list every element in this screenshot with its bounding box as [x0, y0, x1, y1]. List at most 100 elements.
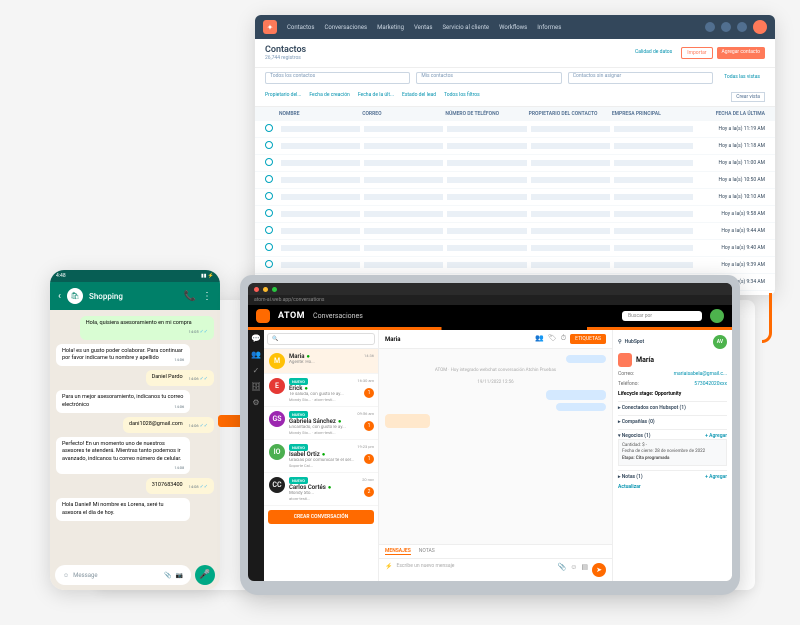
col-company[interactable]: EMPRESA PRINCIPAL	[612, 111, 695, 117]
help-icon[interactable]	[737, 22, 747, 32]
nav-workflows[interactable]: Workflows	[499, 24, 527, 31]
nav-informes[interactable]: Informes	[537, 24, 561, 31]
view-unassigned[interactable]: Contactos sin asignar	[568, 72, 713, 84]
tab-notes[interactable]: NOTAS	[419, 548, 435, 555]
col-email[interactable]: CORREO	[362, 111, 445, 117]
conv-search-input[interactable]: 🔍	[267, 333, 375, 345]
row-checkbox-icon[interactable]	[265, 209, 273, 217]
add-note-button[interactable]: + Agregar	[705, 474, 727, 480]
deal-card[interactable]: Cantidad: $ - Fecha de cierre: 28 de nov…	[618, 439, 727, 466]
filter-create-date[interactable]: Fecha de creación	[309, 92, 350, 102]
tags-button[interactable]: ETIQUETAS	[570, 334, 606, 344]
timer-icon[interactable]: ⏱	[561, 334, 566, 344]
maximize-window-icon[interactable]	[272, 287, 277, 292]
create-conversation-button[interactable]: CREAR CONVERSACIÓN	[268, 510, 374, 524]
view-my-contacts[interactable]: Mis contactos	[416, 72, 561, 84]
nav-servicio[interactable]: Servicio al cliente	[442, 24, 489, 31]
col-name[interactable]: NOMBRE	[279, 111, 362, 117]
import-button[interactable]: Importar	[681, 47, 712, 59]
sidebar-tasks-icon[interactable]: ✓	[251, 366, 261, 376]
address-bar[interactable]: atom-ai.web.app/conversations	[248, 295, 732, 305]
row-checkbox-icon[interactable]	[265, 124, 273, 132]
tab-messages[interactable]: MENSAJES	[385, 548, 411, 555]
row-checkbox-icon[interactable]	[265, 260, 273, 268]
table-row[interactable]: Hoy a la(s) 9:40 AM	[255, 240, 775, 257]
table-row[interactable]: Hoy a la(s) 9:39 AM	[255, 257, 775, 274]
sidebar-settings-icon[interactable]: ⚙	[251, 398, 261, 408]
row-checkbox-icon[interactable]	[265, 175, 273, 183]
nav-marketing[interactable]: Marketing	[377, 24, 404, 31]
message-input[interactable]: ☺ Message 📎 📷	[55, 565, 191, 585]
emoji-icon[interactable]: ☺	[63, 572, 69, 579]
table-row[interactable]: Hoy a la(s) 10:10 AM	[255, 189, 775, 206]
table-row[interactable]: Hoy a la(s) 11:18 AM	[255, 138, 775, 155]
col-date[interactable]: FECHA DE LA ÚLTIMA	[695, 111, 765, 117]
notifications-icon[interactable]	[721, 22, 731, 32]
global-search[interactable]: Buscar por	[622, 311, 702, 321]
bolt-icon[interactable]: ⚡	[385, 563, 392, 577]
add-deal-button[interactable]: + Agregar	[705, 433, 727, 439]
nav-ventas[interactable]: Ventas	[414, 24, 433, 31]
attach-icon[interactable]: 📎	[558, 563, 567, 577]
view-all-contacts[interactable]: Todos los contactos	[265, 72, 410, 84]
conversation-item[interactable]: ENUEVO Erick ●Te saluda, con gusto le ay…	[264, 374, 378, 407]
conversation-item[interactable]: MMaria ●Agente: Ho...14:36	[264, 349, 378, 374]
table-row[interactable]: Hoy a la(s) 9:44 AM	[255, 223, 775, 240]
back-icon[interactable]: ‹	[58, 291, 61, 302]
chat-messages: ATOM · Hoy integrado webchat conversació…	[379, 349, 612, 544]
row-checkbox-icon[interactable]	[265, 243, 273, 251]
notes-section[interactable]: ▸ Notas (1)+ Agregar	[618, 474, 727, 480]
user-avatar[interactable]	[753, 20, 767, 34]
message-input[interactable]: Escribe un nuevo mensaje	[396, 563, 553, 577]
group-icon[interactable]: 👥	[535, 334, 544, 344]
row-checkbox-icon[interactable]	[265, 192, 273, 200]
create-view-button[interactable]: Crear vista	[731, 92, 765, 102]
update-button[interactable]: Actualizar	[618, 484, 727, 490]
row-checkbox-icon[interactable]	[265, 226, 273, 234]
conversation-item[interactable]: CCNUEVO Carlos Cortés ●Mondy Sto...atom-…	[264, 473, 378, 506]
emoji-icon[interactable]: ☺	[570, 563, 577, 577]
filter-owner[interactable]: Propietario del...	[265, 92, 301, 102]
nav-contactos[interactable]: Contactos	[287, 24, 314, 31]
mic-button[interactable]: 🎤	[195, 565, 215, 585]
chat-title[interactable]: Shopping	[89, 292, 178, 301]
table-row[interactable]: Hoy a la(s) 10:50 AM	[255, 172, 775, 189]
conversation-item[interactable]: IONUEVO Isabel Ortiz ●Gracias por comuni…	[264, 440, 378, 473]
user-avatar[interactable]	[710, 309, 724, 323]
tag-icon[interactable]: 🏷	[548, 334, 557, 344]
sidebar-chat-icon[interactable]: 💬	[251, 334, 261, 344]
table-row[interactable]: Hoy a la(s) 11:00 AM	[255, 155, 775, 172]
companies-section[interactable]: ▸ Compañías (0)	[618, 419, 727, 425]
col-owner[interactable]: PROPIETARIO DEL CONTACTO	[529, 111, 612, 117]
menu-icon[interactable]: ⋮	[202, 291, 212, 302]
filter-last-date[interactable]: Fecha de la últ...	[358, 92, 394, 102]
date-divider: 19/11/2022 12:56	[385, 380, 606, 385]
call-icon[interactable]: 📞	[184, 291, 196, 302]
close-window-icon[interactable]	[254, 287, 259, 292]
add-contact-button[interactable]: Agregar contacto	[717, 47, 765, 59]
conv-time: 16:30 am	[357, 378, 374, 383]
table-row[interactable]: Hoy a la(s) 11:19 AM	[255, 121, 775, 138]
send-button[interactable]: ➤	[592, 563, 606, 577]
all-views-link[interactable]: Todas las vistas	[719, 72, 765, 84]
minimize-window-icon[interactable]	[263, 287, 268, 292]
row-checkbox-icon[interactable]	[265, 141, 273, 149]
nav-conversaciones[interactable]: Conversaciones	[324, 24, 367, 31]
table-row[interactable]: Hoy a la(s) 9:58 AM	[255, 206, 775, 223]
attach-icon[interactable]: 📎	[164, 572, 171, 579]
conversation-item[interactable]: GSNUEVO Gabriela Sánchez ●Encantado, con…	[264, 407, 378, 440]
camera-icon[interactable]: 📷	[176, 572, 183, 579]
row-checkbox-icon[interactable]	[265, 158, 273, 166]
connected-section[interactable]: ▸ Conectados con Hubspot (1)	[618, 405, 727, 411]
sidebar-archive-icon[interactable]: 🗄	[251, 382, 261, 392]
col-phone[interactable]: NÚMERO DE TELÉFONO	[445, 111, 528, 117]
laptop-mockup: atom-ai.web.app/conversations ATOM Conve…	[240, 275, 740, 595]
sidebar-contacts-icon[interactable]: 👥	[251, 350, 261, 360]
data-quality-button[interactable]: Calidad de datos	[630, 47, 677, 59]
settings-icon[interactable]	[705, 22, 715, 32]
filter-all[interactable]: Todos los filtros	[444, 92, 480, 102]
chat-avatar[interactable]: 🛍	[67, 288, 83, 304]
conversation-list: 🔍 MMaria ●Agente: Ho...14:36ENUEVO Erick…	[264, 330, 379, 581]
filter-lead-status[interactable]: Estado del lead	[402, 92, 436, 102]
template-icon[interactable]: ▤	[581, 563, 588, 577]
